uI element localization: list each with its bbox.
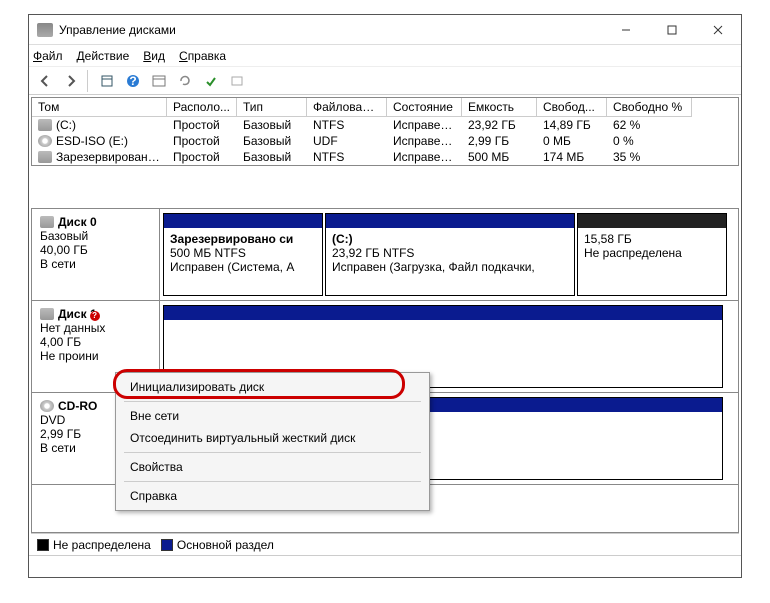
volume-icon: [38, 135, 52, 147]
partitions: Зарезервировано си500 МБ NTFSИсправен (С…: [160, 209, 738, 300]
col-layout[interactable]: Располо...: [167, 98, 237, 117]
col-state[interactable]: Состояние: [387, 98, 462, 117]
volume-icon: [38, 151, 52, 163]
app-icon: [37, 23, 53, 37]
col-free[interactable]: Свобод...: [537, 98, 607, 117]
disk-row: Диск 0Базовый40,00 ГБВ сетиЗарезервирова…: [32, 209, 738, 301]
disk-info[interactable]: Диск 0Базовый40,00 ГБВ сети: [32, 209, 160, 300]
partition-header: [578, 214, 726, 228]
ctx-sep: [124, 452, 421, 453]
spacer: [31, 166, 739, 208]
swatch-black: [37, 539, 49, 551]
statusbar: [29, 555, 741, 577]
menu-view[interactable]: Вид: [143, 49, 165, 63]
ctx-properties[interactable]: Свойства: [118, 456, 427, 478]
partition[interactable]: 15,58 ГБНе распределена: [577, 213, 727, 296]
disk-icon: [40, 308, 54, 320]
ctx-sep: [124, 401, 421, 402]
volume-table: Том Располо... Тип Файловая с... Состоян…: [31, 97, 739, 166]
partition-header: [164, 306, 722, 320]
ctx-initialize[interactable]: Инициализировать диск: [118, 376, 427, 398]
ctx-offline[interactable]: Вне сети: [118, 405, 427, 427]
legend-unalloc: Не распределена: [37, 538, 151, 552]
legend: Не распределена Основной раздел: [31, 533, 739, 555]
table-body: (C:)ПростойБазовыйNTFSИсправен...23,92 Г…: [32, 117, 738, 165]
disk-icon: [40, 216, 54, 228]
disk-icon: [40, 400, 54, 412]
toolbar-sep: [87, 70, 91, 92]
context-menu: Инициализировать диск Вне сети Отсоедини…: [115, 372, 430, 511]
show-hide-button[interactable]: [95, 70, 119, 92]
rescan-button[interactable]: [199, 70, 223, 92]
col-volume[interactable]: Том: [32, 98, 167, 117]
minimize-button[interactable]: [603, 15, 649, 45]
table-header: Том Располо... Тип Файловая с... Состоян…: [32, 98, 738, 117]
maximize-button[interactable]: [649, 15, 695, 45]
forward-button[interactable]: [59, 70, 83, 92]
menu-action[interactable]: Действие: [77, 49, 130, 63]
volume-icon: [38, 119, 52, 131]
partition[interactable]: Зарезервировано си500 МБ NTFSИсправен (С…: [163, 213, 323, 296]
col-fs[interactable]: Файловая с...: [307, 98, 387, 117]
partition-header: [164, 214, 322, 228]
svg-text:?: ?: [129, 74, 136, 88]
menu-help[interactable]: Справка: [179, 49, 226, 63]
col-pct[interactable]: Свободно %: [607, 98, 692, 117]
ctx-detach[interactable]: Отсоединить виртуальный жесткий диск: [118, 427, 427, 449]
partition[interactable]: (C:)23,92 ГБ NTFSИсправен (Загрузка, Фай…: [325, 213, 575, 296]
table-row[interactable]: ESD-ISO (E:)ПростойБазовыйUDFИсправен...…: [32, 133, 738, 149]
titlebar: Управление дисками: [29, 15, 741, 45]
action-list-button[interactable]: [147, 70, 171, 92]
legend-primary: Основной раздел: [161, 538, 274, 552]
close-button[interactable]: [695, 15, 741, 45]
more-button[interactable]: [225, 70, 249, 92]
menu-file[interactable]: Файл: [33, 49, 63, 63]
back-button[interactable]: [33, 70, 57, 92]
table-row[interactable]: (C:)ПростойБазовыйNTFSИсправен...23,92 Г…: [32, 117, 738, 133]
menubar: Файл Действие Вид Справка: [29, 45, 741, 67]
table-row[interactable]: Зарезервировано...ПростойБазовыйNTFSИспр…: [32, 149, 738, 165]
ctx-help[interactable]: Справка: [118, 485, 427, 507]
partition-header: [326, 214, 574, 228]
col-cap[interactable]: Емкость: [462, 98, 537, 117]
swatch-blue: [161, 539, 173, 551]
ctx-sep: [124, 481, 421, 482]
toolbar: ?: [29, 67, 741, 95]
help-icon[interactable]: ?: [121, 70, 145, 92]
col-type[interactable]: Тип: [237, 98, 307, 117]
window-title: Управление дисками: [59, 23, 603, 37]
refresh-button[interactable]: [173, 70, 197, 92]
